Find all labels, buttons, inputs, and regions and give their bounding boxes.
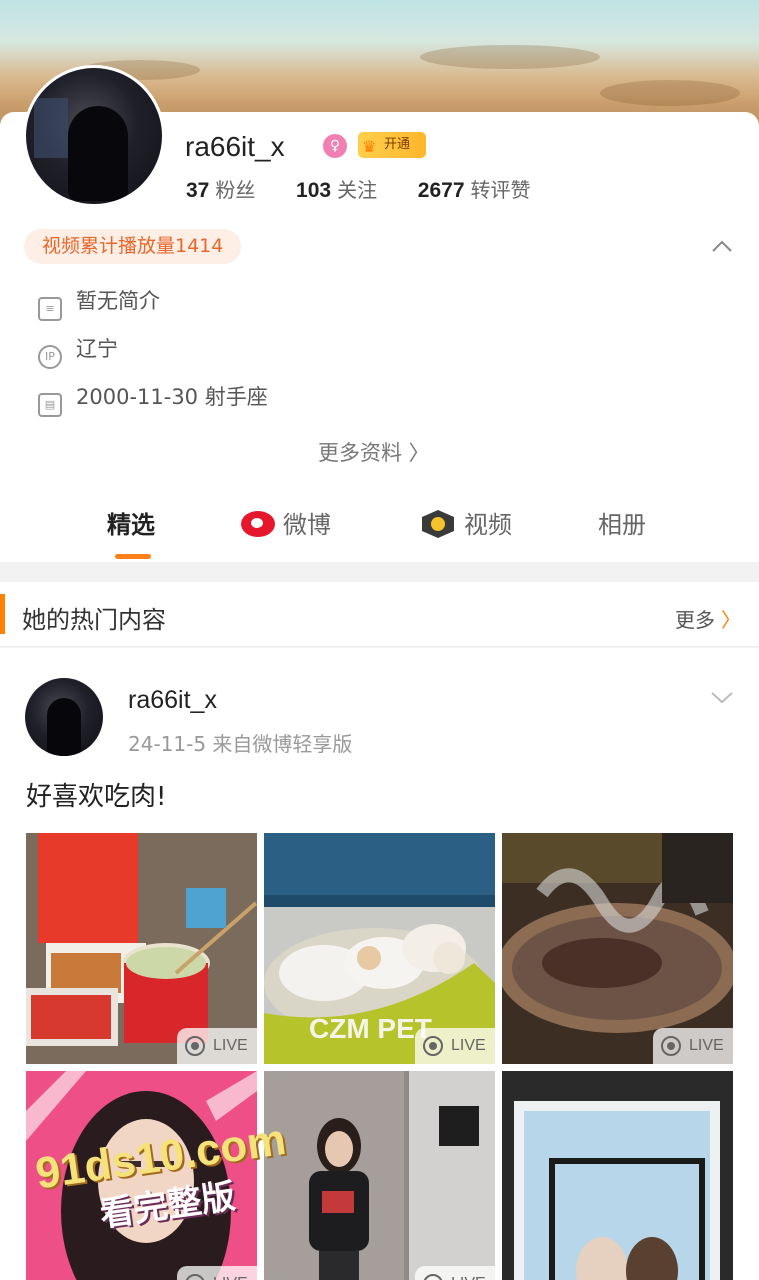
female-icon: ♀ bbox=[323, 134, 347, 158]
cover-texture bbox=[420, 45, 600, 69]
profile-stats: 37 粉丝 103 关注 2677 转评赞 bbox=[186, 174, 565, 203]
live-label: LIVE bbox=[689, 1037, 724, 1054]
live-icon bbox=[185, 1036, 205, 1056]
post-image[interactable] bbox=[502, 1071, 733, 1280]
stat-interactions[interactable]: 2677 转评赞 bbox=[418, 174, 531, 203]
post-username[interactable]: ra66it_x bbox=[128, 686, 217, 715]
avatar-figure bbox=[68, 106, 128, 201]
tab-label: 相册 bbox=[598, 511, 646, 539]
stat-label: 关注 bbox=[337, 178, 378, 202]
cover-texture bbox=[600, 80, 740, 106]
stat-followers[interactable]: 37 粉丝 bbox=[186, 174, 255, 203]
live-photo-badge: LIVE bbox=[415, 1028, 495, 1064]
tab-featured[interactable]: 精选 bbox=[107, 505, 155, 540]
live-icon bbox=[423, 1274, 443, 1280]
document-icon: ≡ bbox=[38, 297, 62, 321]
more-label: 更多 bbox=[675, 608, 715, 632]
tab-label: 精选 bbox=[107, 511, 155, 539]
stat-following[interactable]: 103 关注 bbox=[296, 174, 377, 203]
vip-label: 开通 bbox=[384, 137, 411, 152]
stat-label: 转评赞 bbox=[470, 178, 531, 202]
section-accent-bar bbox=[0, 594, 5, 634]
bio-text: 暂无简介 bbox=[76, 289, 160, 313]
post-avatar[interactable] bbox=[25, 678, 103, 756]
live-icon bbox=[423, 1036, 443, 1056]
live-icon bbox=[661, 1036, 681, 1056]
live-label: LIVE bbox=[451, 1275, 486, 1280]
video-play-count-badge[interactable]: 视频累计播放量1414 bbox=[24, 229, 242, 264]
birthday-text: 2000-11-30 射手座 bbox=[76, 385, 268, 409]
avatar-window-shape bbox=[34, 98, 68, 158]
post-image[interactable]: LIVE bbox=[502, 833, 733, 1064]
tab-album[interactable]: 相册 bbox=[598, 505, 646, 540]
vip-open-button[interactable]: ♛ 开通 bbox=[358, 132, 426, 158]
bio-row: ≡ 暂无简介 bbox=[38, 285, 160, 321]
live-label: LIVE bbox=[451, 1037, 486, 1054]
pet-bed-lettering: CZM PET bbox=[309, 1013, 432, 1044]
live-label: LIVE bbox=[213, 1037, 248, 1054]
weibo-icon bbox=[241, 511, 275, 537]
post-image[interactable]: CZM PET LIVE bbox=[264, 833, 495, 1064]
live-photo-badge: LIVE bbox=[177, 1266, 257, 1280]
chevron-right-icon: 〉 bbox=[721, 608, 741, 632]
post-image[interactable]: LIVE bbox=[26, 833, 257, 1064]
active-tab-indicator bbox=[115, 554, 151, 559]
live-photo-badge: LIVE bbox=[653, 1028, 733, 1064]
tab-label: 微博 bbox=[283, 511, 331, 539]
chevron-down-icon[interactable] bbox=[710, 686, 734, 710]
ip-icon: IP bbox=[38, 345, 62, 369]
avatar-figure bbox=[47, 698, 81, 756]
video-icon bbox=[422, 510, 454, 538]
hot-content-header: 她的热门内容 更多〉 bbox=[0, 582, 759, 647]
live-photo-badge: LIVE bbox=[415, 1266, 495, 1280]
profile-avatar[interactable] bbox=[23, 65, 165, 207]
birthday-row: ▤ 2000-11-30 射手座 bbox=[38, 381, 268, 417]
live-photo-badge: LIVE bbox=[177, 1028, 257, 1064]
hot-more-link[interactable]: 更多〉 bbox=[675, 604, 741, 633]
chevron-up-icon[interactable] bbox=[711, 237, 733, 253]
post-meta: 24-11-5 来自微博轻享版 bbox=[128, 732, 353, 756]
profile-username: ra66it_x bbox=[185, 131, 285, 162]
stat-number: 37 bbox=[186, 179, 210, 202]
location-text: 辽宁 bbox=[76, 337, 118, 361]
live-label: LIVE bbox=[213, 1275, 248, 1280]
stat-label: 粉丝 bbox=[215, 178, 256, 202]
post-text: 好喜欢吃肉! bbox=[26, 782, 167, 812]
post-image[interactable]: LIVE bbox=[264, 1071, 495, 1280]
location-row: IP 辽宁 bbox=[38, 333, 118, 369]
stat-number: 2677 bbox=[417, 179, 465, 202]
tab-label: 视频 bbox=[464, 511, 512, 539]
tab-weibo[interactable]: 微博 bbox=[241, 505, 331, 540]
live-icon bbox=[185, 1274, 205, 1280]
more-info-link[interactable]: 更多资料 〉 bbox=[318, 437, 430, 467]
calendar-icon: ▤ bbox=[38, 393, 62, 417]
crown-icon: ♛ bbox=[362, 137, 377, 156]
tab-video[interactable]: 视频 bbox=[422, 505, 512, 540]
profile-tabs: 精选 微博 视频 相册 bbox=[0, 495, 759, 561]
stat-number: 103 bbox=[296, 179, 332, 202]
hot-content-title: 她的热门内容 bbox=[22, 606, 166, 634]
